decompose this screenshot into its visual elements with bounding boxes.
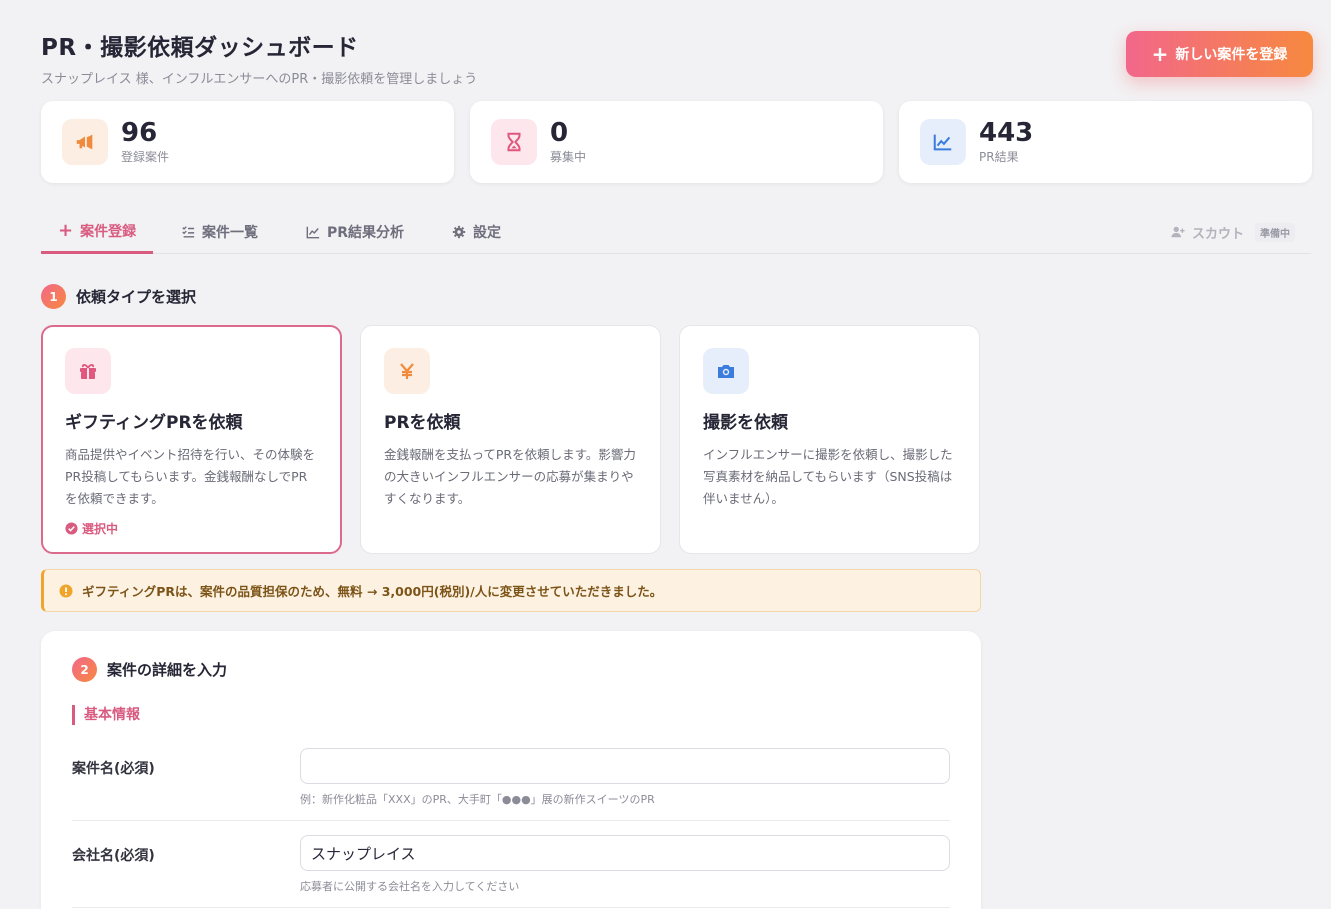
yen-icon [384,348,430,394]
tab-list[interactable]: 案件一覧 [181,210,258,254]
tab-label: スカウト [1192,226,1245,242]
request-type-options: ギフティングPRを依頼 商品提供やイベント招待を行い、その体験をPR投稿してもら… [41,325,980,554]
stat-card-recruiting: 0 募集中 [470,101,883,183]
tab-label: 案件一覧 [202,225,258,241]
tab-label: 設定 [473,225,501,241]
type-description: 商品提供やイベント招待を行い、その体験をPR投稿してもらいます。金銭報酬なしでP… [65,447,316,506]
company-name-input[interactable] [300,835,950,871]
tab-register[interactable]: + 案件登録 [41,210,154,254]
page-title: PR・撮影依頼ダッシュボード [41,35,359,61]
type-card-gifting[interactable]: ギフティングPRを依頼 商品提供やイベント招待を行い、その体験をPR投稿してもら… [41,325,342,554]
stat-card-registered: 96 登録案件 [41,101,454,183]
stat-label: 募集中 [550,150,587,164]
price-notice: ギフティングPRは、案件の品質担保のため、無料 → 3,000円(税別)/人に変… [41,569,981,612]
project-name-input[interactable] [300,748,950,784]
divider [72,907,950,908]
step2-heading: 2 案件の詳細を入力 [72,657,227,682]
type-description: インフルエンサーに撮影を依頼し、撮影した写真素材を納品してもらいます（SNS投稿… [703,447,953,506]
chart-line-icon [306,226,320,239]
stat-value: 0 [550,118,569,148]
new-project-button[interactable]: + 新しい案件を登録 [1126,31,1313,77]
step1-heading: 1 依頼タイプを選択 [41,284,196,309]
stat-value: 96 [121,118,158,148]
step-number: 2 [72,657,97,682]
tab-label: 案件登録 [80,223,137,240]
step-number: 1 [41,284,66,309]
hourglass-icon [491,119,537,165]
type-title: 撮影を依頼 [703,413,788,433]
stat-label: 登録案件 [121,150,170,164]
tab-scout[interactable]: スカウト 準備中 [1171,210,1296,254]
field-label: 会社名(必須) [72,848,155,864]
tab-label: PR結果分析 [327,225,405,241]
stat-card-results: 443 PR結果 [899,101,1312,183]
list-check-icon [182,226,195,238]
info-icon [59,584,73,597]
check-circle-icon [65,522,78,535]
type-title: PRを依頼 [384,413,461,433]
step-title: 依頼タイプを選択 [76,288,197,306]
gear-icon [452,225,466,239]
divider [72,820,950,821]
tab-analysis[interactable]: PR結果分析 [306,210,404,254]
type-card-photo[interactable]: 撮影を依頼 インフルエンサーに撮影を依頼し、撮影した写真素材を納品してもらいます… [679,325,980,554]
type-card-pr[interactable]: PRを依頼 金銭報酬を支払ってPRを依頼します。影響力の大きいインフルエンサーの… [360,325,661,554]
new-project-label: 新しい案件を登録 [1175,47,1288,63]
page-header: PR・撮影依頼ダッシュボード スナップレイス 様、インフルエンサーへのPR・撮影… [41,28,477,87]
basic-info-heading: 基本情報 [72,705,140,725]
megaphone-icon [62,119,108,165]
stat-value: 443 [979,118,1034,148]
tab-settings[interactable]: 設定 [452,210,501,254]
plus-icon: + [1151,42,1169,66]
chart-line-icon [920,119,966,165]
step-title: 案件の詳細を入力 [107,661,228,679]
field-label: 案件名(必須) [72,761,155,777]
page-subtitle: スナップレイス 様、インフルエンサーへのPR・撮影依頼を管理しましょう [41,72,478,87]
type-title: ギフティングPRを依頼 [65,413,243,433]
status-badge: 準備中 [1255,222,1296,242]
plus-icon: + [58,220,74,241]
notice-text: ギフティングPRは、案件の品質担保のため、無料 → 3,000円(税別)/人に変… [82,584,663,599]
field-hint: 例：新作化粧品「XXX」のPR、大手町「●●●」展の新作スイーツのPR [300,793,655,806]
details-form-card: 2 案件の詳細を入力 基本情報 案件名(必須) 例：新作化粧品「XXX」のPR、… [41,631,981,909]
stat-label: PR結果 [979,150,1019,164]
tab-bar: + 案件登録 案件一覧 PR結果分析 設定 スカウト 準備中 [41,210,1311,254]
gift-icon [65,348,111,394]
stats-row: 96 登録案件 0 募集中 443 PR結果 [41,101,1312,183]
user-plus-icon [1171,226,1185,238]
camera-icon [703,348,749,394]
selected-label: 選択中 [82,522,119,536]
field-hint: 応募者に公開する会社名を入力してください [300,880,520,893]
type-description: 金銭報酬を支払ってPRを依頼します。影響力の大きいインフルエンサーの応募が集まり… [384,447,636,506]
selected-indicator: 選択中 [65,520,118,537]
